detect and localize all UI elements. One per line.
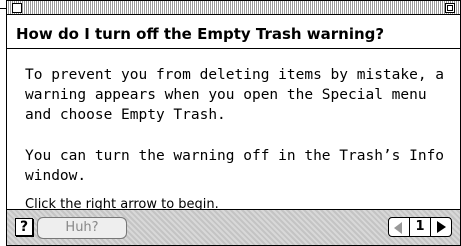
help-paragraph-2: You can turn the warning off in the Tras…: [25, 148, 445, 184]
question-heading: How do I turn off the Empty Trash warnin…: [7, 15, 460, 49]
help-window: How do I turn off the Empty Trash warnin…: [6, 0, 461, 246]
page-number: 1: [415, 219, 425, 234]
close-box-icon[interactable]: [12, 3, 22, 13]
help-content: To prevent you from deleting items by mi…: [25, 65, 452, 215]
help-paragraph-1: To prevent you from deleting items by mi…: [25, 67, 445, 123]
right-arrow-icon[interactable]: [430, 218, 451, 236]
question-icon: ?: [19, 219, 29, 235]
zoom-box-icon[interactable]: [445, 3, 455, 13]
bottom-bar: ? Huh? 1: [7, 209, 460, 245]
help-topics-button[interactable]: ?: [15, 218, 33, 236]
page-navigator: 1: [388, 217, 452, 237]
left-arrow-icon[interactable]: [389, 218, 410, 236]
huh-button[interactable]: Huh?: [37, 217, 127, 239]
title-bar[interactable]: [7, 1, 460, 15]
